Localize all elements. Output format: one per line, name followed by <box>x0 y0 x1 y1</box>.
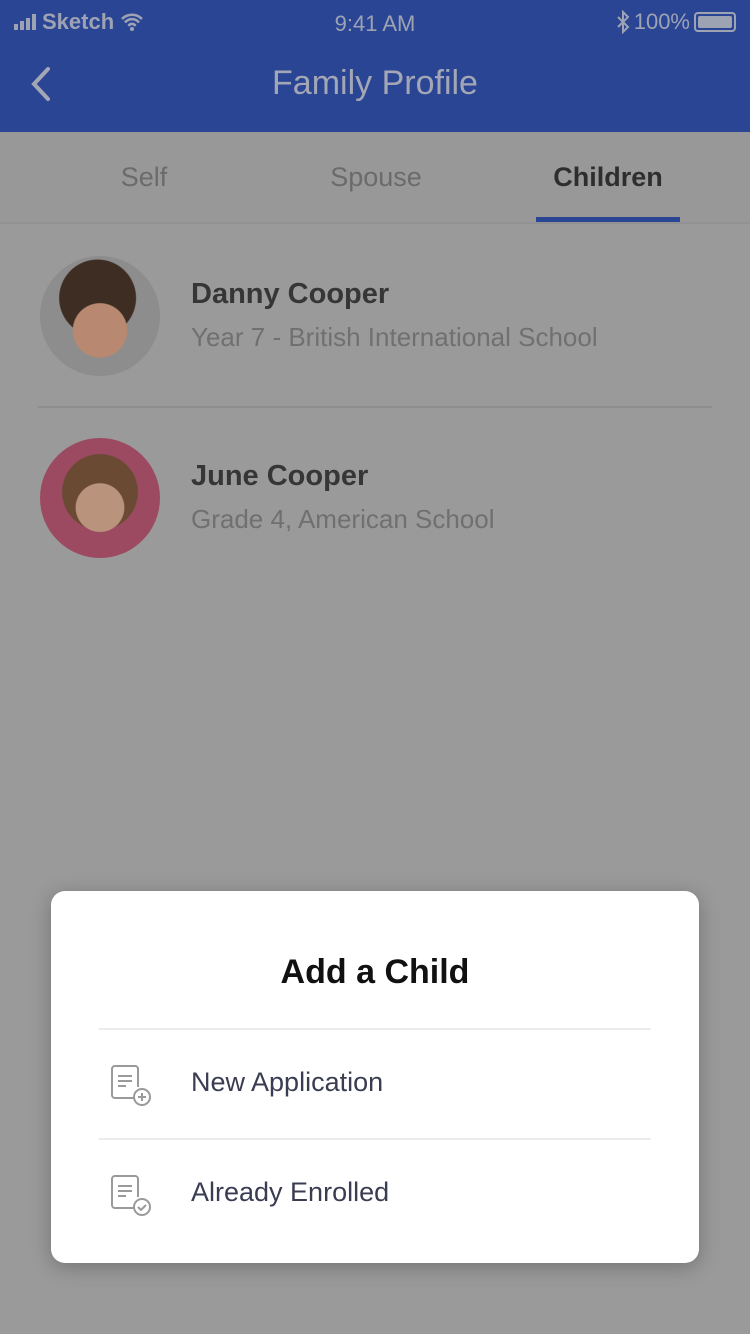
document-check-icon <box>111 1175 151 1216</box>
child-list-item[interactable]: Danny Cooper Year 7 - British Internatio… <box>40 256 712 376</box>
divider <box>38 406 712 408</box>
child-school: Grade 4, American School <box>191 504 495 534</box>
child-list-item[interactable]: June Cooper Grade 4, American School <box>40 438 712 558</box>
new-application-option[interactable]: New Application <box>99 1030 651 1138</box>
status-bar: Sketch 9:41 AM 100% <box>0 0 750 44</box>
option-label: New Application <box>191 1067 384 1097</box>
bluetooth-icon <box>617 10 630 34</box>
already-enrolled-option[interactable]: Already Enrolled <box>99 1140 651 1248</box>
page-title: Family Profile <box>272 64 478 102</box>
avatar <box>40 256 160 376</box>
option-label: Already Enrolled <box>191 1177 390 1207</box>
document-plus-icon <box>111 1065 151 1106</box>
child-name: June Cooper <box>191 460 369 492</box>
avatar <box>40 438 160 558</box>
tab-spouse[interactable]: Spouse <box>261 162 491 193</box>
nav-header: Sketch 9:41 AM 100% Family Profile <box>0 0 750 132</box>
tab-self[interactable]: Self <box>29 162 259 193</box>
tab-bar: Self Spouse Children <box>0 132 750 224</box>
child-name: Danny Cooper <box>191 278 390 310</box>
battery-percent: 100% <box>633 9 690 34</box>
child-school: Year 7 - British International School <box>191 322 598 352</box>
tab-children[interactable]: Children <box>493 162 723 193</box>
add-child-dialog: Add a Child New Application Already Enro… <box>51 891 699 1263</box>
battery-icon <box>694 12 736 32</box>
dialog-title: Add a Child <box>280 953 470 991</box>
active-tab-indicator <box>536 217 680 222</box>
